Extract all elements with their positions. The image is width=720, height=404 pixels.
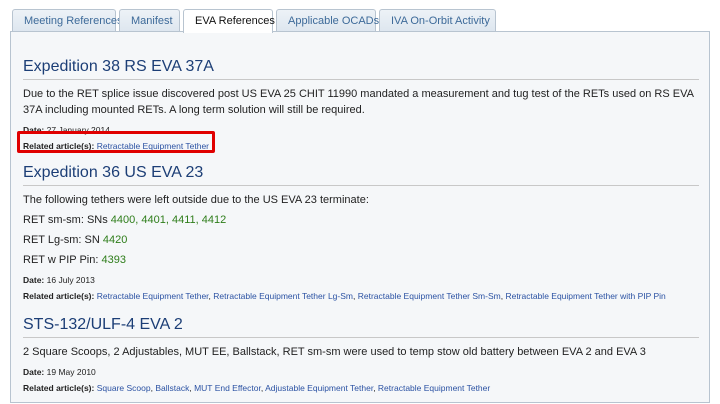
related-link[interactable]: Adjustable Equipment Tether [265,383,373,393]
entry-related: Related article(s): Square Scoop, Ballst… [23,383,491,393]
tab-applicable-ocads[interactable]: Applicable OCADs [276,9,379,32]
tab-manifest[interactable]: Manifest [119,9,180,32]
related-link[interactable]: Retractable Equipment Tether with PIP Pi… [505,291,665,301]
entry-title: Expedition 38 RS EVA 37A [23,58,699,80]
related-link[interactable]: Retractable Equipment Tether [378,383,490,393]
tab-meeting-references[interactable]: Meeting References [12,9,122,32]
entry-date: Date: 16 July 2013 [23,275,95,285]
related-link[interactable]: Square Scoop [97,383,151,393]
eva-entry: STS-132/ULF-4 EVA 2 2 Square Scoops, 2 A… [23,316,699,394]
tab-iva-on-orbit-activity[interactable]: IVA On-Orbit Activity [379,9,496,32]
serial-numbers: 4420 [102,234,128,246]
serial-numbers: 4393 [101,254,126,266]
tether-line: RET Lg-sm: SN 4420 [23,234,128,246]
related-link[interactable]: Retractable Equipment Tether Sm-Sm [358,291,501,301]
tab-eva-references[interactable]: EVA References [183,9,275,33]
entry-title: Expedition 36 US EVA 23 [23,164,699,186]
entry-title: STS-132/ULF-4 EVA 2 [23,316,699,338]
tab-bar: Meeting References Manifest EVA Referenc… [12,9,499,33]
tether-line: RET w PIP Pin: 4393 [23,254,126,266]
related-link[interactable]: MUT End Effector [194,383,261,393]
related-link[interactable]: Retractable Equipment Tether [97,291,209,301]
related-link[interactable]: Retractable Equipment Tether Lg-Sm [213,291,353,301]
entry-body: 2 Square Scoops, 2 Adjustables, MUT EE, … [23,346,646,358]
tether-line: RET sm-sm: SNs 4400, 4401, 4411, 4412 [23,214,227,226]
related-link[interactable]: Ballstack [155,383,189,393]
eva-entry: Expedition 36 US EVA 23 The following te… [23,164,699,302]
entry-related: Related article(s): Retractable Equipmen… [23,291,666,301]
entry-intro: The following tethers were left outside … [23,194,369,206]
entry-body: Due to the RET splice issue discovered p… [23,88,694,116]
entry-date: Date: 19 May 2010 [23,367,96,377]
serial-numbers: 4400, 4401, 4411, 4412 [110,214,227,226]
highlight-box [17,131,215,153]
content-panel: Expedition 38 RS EVA 37A Due to the RET … [10,31,710,403]
